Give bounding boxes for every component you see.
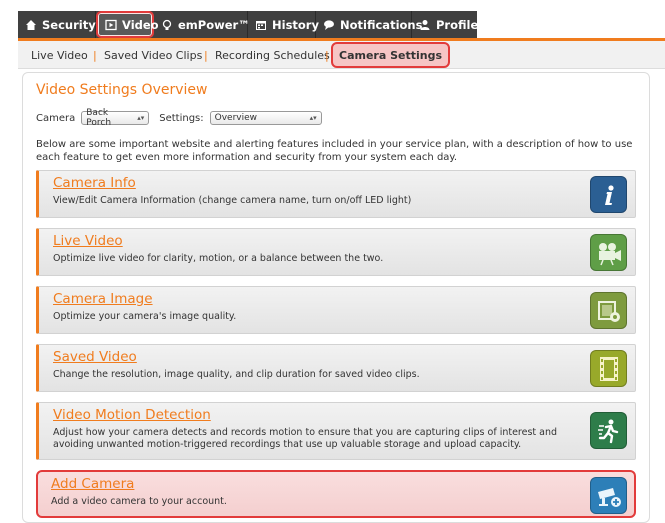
film-strip-icon[interactable]: [590, 350, 627, 387]
subnav-separator: |: [325, 48, 329, 62]
add-camera-link[interactable]: Add Camera: [51, 476, 134, 492]
card-description: Add a video camera to your account.: [51, 496, 227, 507]
tab-label: emPower™: [178, 17, 250, 32]
settings-controls: Camera Back Porch ▴▾ Settings: Overview …: [36, 108, 322, 128]
card-video-motion-detection: Video Motion Detection Adjust how your c…: [36, 402, 636, 460]
settings-label: Settings:: [159, 112, 204, 124]
calendar-icon: [255, 19, 267, 31]
card-description: View/Edit Camera Information (change cam…: [53, 195, 412, 206]
settings-select[interactable]: Overview ▴▾: [209, 111, 322, 125]
subnav-separator: |: [93, 48, 97, 62]
camera-select-value: Back Porch: [86, 108, 112, 128]
tab-history[interactable]: History: [248, 11, 319, 38]
tab-video[interactable]: Video: [96, 11, 159, 38]
tab-label: Profile: [436, 17, 479, 32]
card-camera-info: Camera Info View/Edit Camera Information…: [36, 170, 636, 218]
add-camera-icon[interactable]: [590, 477, 627, 514]
card-camera-image: Camera Image Optimize your camera's imag…: [36, 286, 636, 334]
camera-image-link[interactable]: Camera Image: [53, 291, 153, 307]
card-live-video: Live Video Optimize live video for clari…: [36, 228, 636, 276]
saved-video-link[interactable]: Saved Video: [53, 349, 137, 365]
info-icon[interactable]: [590, 176, 627, 213]
settings-select-value: Overview: [214, 113, 258, 123]
card-saved-video: Saved Video Change the resolution, image…: [36, 344, 636, 392]
video-icon: [105, 19, 117, 31]
home-icon: [25, 19, 37, 31]
subnav-live-video[interactable]: Live Video: [31, 41, 88, 69]
subnav-recording-schedules[interactable]: Recording Schedules: [215, 41, 330, 69]
tab-label: Security: [42, 17, 96, 32]
camera-label: Camera: [36, 112, 76, 124]
tab-security[interactable]: Security: [18, 11, 96, 38]
tab-empower[interactable]: emPower™: [154, 11, 250, 38]
video-subnav: Live Video | Saved Video Clips | Recordi…: [18, 41, 665, 69]
tab-notifications[interactable]: Notifications: [316, 11, 422, 38]
tab-label: History: [272, 17, 319, 32]
page-title: Video Settings Overview: [36, 82, 208, 98]
image-settings-icon[interactable]: [590, 292, 627, 329]
video-motion-detection-link[interactable]: Video Motion Detection: [53, 407, 211, 423]
tab-profile[interactable]: Profile: [412, 11, 479, 38]
movie-camera-icon[interactable]: [590, 234, 627, 271]
speech-bubble-icon: [323, 19, 335, 31]
card-add-camera: Add Camera Add a video camera to your ac…: [36, 470, 636, 518]
person-icon: [419, 19, 431, 31]
tab-label: Notifications: [340, 17, 423, 32]
card-description: Adjust how your camera detects and recor…: [53, 427, 558, 450]
running-person-icon[interactable]: [590, 412, 627, 449]
subnav-separator: |: [204, 48, 208, 62]
subnav-camera-settings[interactable]: Camera Settings: [331, 42, 451, 68]
intro-text: Below are some important website and ale…: [36, 139, 633, 163]
select-arrows-icon: ▴▾: [309, 114, 317, 122]
camera-select[interactable]: Back Porch ▴▾: [81, 108, 150, 128]
subnav-saved-video-clips[interactable]: Saved Video Clips: [104, 41, 202, 69]
card-description: Change the resolution, image quality, an…: [53, 369, 420, 380]
main-nav: Security Video emPower™ History Notifica…: [18, 11, 479, 38]
card-description: Optimize live video for clarity, motion,…: [53, 253, 384, 264]
lightbulb-icon: [161, 19, 173, 31]
tab-label: Video: [122, 17, 159, 32]
select-arrows-icon: ▴▾: [137, 114, 145, 122]
camera-info-link[interactable]: Camera Info: [53, 175, 136, 191]
card-description: Optimize your camera's image quality.: [53, 311, 237, 322]
live-video-link[interactable]: Live Video: [53, 233, 123, 249]
